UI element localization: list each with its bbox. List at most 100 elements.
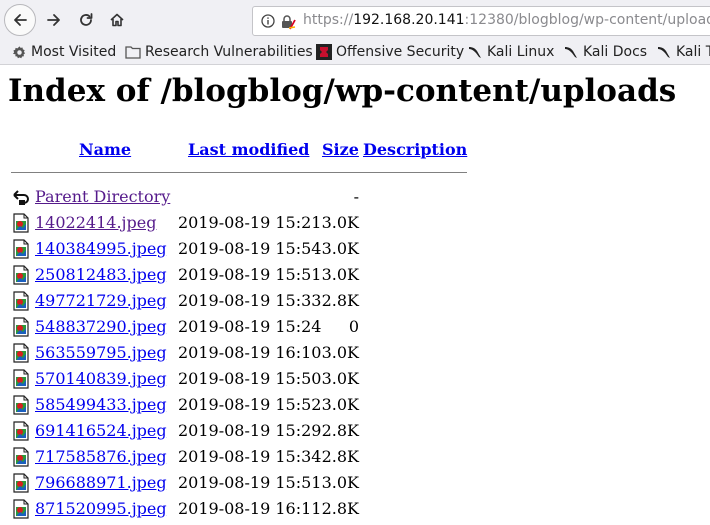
reload-button[interactable] [70,4,102,36]
page-title: Index of /blogblog/wp-content/uploads [8,73,677,109]
file-link[interactable]: 570140839.jpeg [35,369,167,388]
address-bar[interactable]: https://192.168.20.141:12380/blogblog/wp… [252,6,710,36]
offsec-icon [316,44,332,60]
bookmark-label: Kali T [676,44,710,60]
image-file-icon [13,395,29,415]
bookmarks-toolbar: Most Visited Research Vulnerabilities Of… [0,40,710,65]
file-row: 548837290.jpeg 2019-08-19 15:24 0 [0,314,710,340]
file-modified: 2019-08-19 16:10 [178,343,322,362]
file-size: 3.0K [321,395,359,414]
file-row: 497721729.jpeg 2019-08-19 15:33 2.8K [0,288,710,314]
bookmark-kali-linux[interactable]: Kali Linux [467,43,554,61]
image-file-icon [13,239,29,259]
kali-dragon-icon [467,44,483,60]
file-size: 2.8K [321,499,359,518]
file-link[interactable]: 871520995.jpeg [35,499,167,518]
file-row: 250812483.jpeg 2019-08-19 15:51 3.0K [0,262,710,288]
forward-arrow-icon [47,14,60,26]
site-info-icon[interactable] [261,14,275,28]
image-file-icon [13,369,29,389]
image-file-icon [13,421,29,441]
image-file-icon [13,499,29,519]
insecure-lock-icon[interactable] [280,14,296,30]
url-text[interactable]: https://192.168.20.141:12380/blogblog/wp… [303,12,710,28]
file-modified: 2019-08-19 16:11 [178,499,322,518]
parent-size: - [353,187,359,206]
file-size: 3.0K [321,473,359,492]
column-header-last-modified[interactable]: Last modified [188,140,309,159]
file-link[interactable]: 585499433.jpeg [35,395,167,414]
file-modified: 2019-08-19 15:51 [178,473,322,492]
file-size: 3.0K [321,239,359,258]
file-link[interactable]: 14022414.jpeg [35,213,156,232]
bookmark-label: Kali Linux [487,44,555,60]
url-host: 192.168.20.141 [353,12,465,28]
file-modified: 2019-08-19 15:24 [178,317,322,336]
forward-button[interactable] [38,4,70,36]
file-size: 3.0K [321,213,359,232]
file-size: 0 [348,317,359,336]
bookmark-kali-tools[interactable]: Kali T [656,43,710,61]
file-row: 570140839.jpeg 2019-08-19 15:50 3.0K [0,366,710,392]
file-row: 563559795.jpeg 2019-08-19 16:10 3.0K [0,340,710,366]
bookmark-research-vulnerabilities[interactable]: Research Vulnerabilities [125,43,313,61]
column-header-description[interactable]: Description [363,140,467,159]
home-button[interactable] [101,4,133,36]
parent-directory-link[interactable]: Parent Directory [35,187,170,206]
file-modified: 2019-08-19 15:52 [178,395,322,414]
image-file-icon [13,447,29,467]
file-size: 2.8K [321,291,359,310]
column-header-name[interactable]: Name [79,140,131,159]
file-row: 14022414.jpeg 2019-08-19 15:21 3.0K [0,210,710,236]
file-modified: 2019-08-19 15:50 [178,369,322,388]
folder-icon [125,45,141,59]
back-arrow-icon [14,14,27,26]
bookmark-most-visited[interactable]: Most Visited [12,43,116,61]
file-size: 3.0K [321,343,359,362]
bookmark-label: Research Vulnerabilities [145,44,313,60]
file-link[interactable]: 497721729.jpeg [35,291,167,310]
file-modified: 2019-08-19 15:33 [178,291,322,310]
image-file-icon [13,473,29,493]
file-size: 3.0K [321,369,359,388]
kali-dragon-icon [656,44,672,60]
header-divider [11,172,467,173]
file-size: 2.8K [321,447,359,466]
gear-icon [12,45,27,60]
file-link[interactable]: 796688971.jpeg [35,473,167,492]
parent-directory-row: Parent Directory - [0,184,710,210]
file-size: 3.0K [321,265,359,284]
image-file-icon [13,317,29,337]
column-header-size[interactable]: Size [322,140,359,159]
file-modified: 2019-08-19 15:54 [178,239,322,258]
kali-dragon-icon [563,44,579,60]
image-file-icon [13,343,29,363]
url-scheme: https:// [303,12,354,28]
back-folder-icon [13,190,29,205]
browser-toolbar: https://192.168.20.141:12380/blogblog/wp… [0,0,710,40]
file-size: 2.8K [321,421,359,440]
bookmark-label: Most Visited [31,44,117,60]
file-row: 585499433.jpeg 2019-08-19 15:52 3.0K [0,392,710,418]
bookmark-label: Kali Docs [583,44,648,60]
file-link[interactable]: 691416524.jpeg [35,421,167,440]
reload-icon [80,13,93,26]
back-button[interactable] [4,4,36,36]
image-file-icon [13,213,29,233]
image-file-icon [13,265,29,285]
file-link[interactable]: 250812483.jpeg [35,265,167,284]
file-row: 796688971.jpeg 2019-08-19 15:51 3.0K [0,470,710,496]
bookmark-kali-docs[interactable]: Kali Docs [563,43,647,61]
file-modified: 2019-08-19 15:34 [178,447,322,466]
file-link[interactable]: 140384995.jpeg [35,239,167,258]
bookmark-offensive-security[interactable]: Offensive Security [316,43,464,61]
file-modified: 2019-08-19 15:21 [178,213,322,232]
file-row: 871520995.jpeg 2019-08-19 16:11 2.8K [0,496,710,522]
file-modified: 2019-08-19 15:29 [178,421,322,440]
file-link[interactable]: 563559795.jpeg [35,343,167,362]
file-link[interactable]: 548837290.jpeg [35,317,167,336]
file-row: 140384995.jpeg 2019-08-19 15:54 3.0K [0,236,710,262]
file-modified: 2019-08-19 15:51 [178,265,322,284]
file-link[interactable]: 717585876.jpeg [35,447,167,466]
image-file-icon [13,291,29,311]
